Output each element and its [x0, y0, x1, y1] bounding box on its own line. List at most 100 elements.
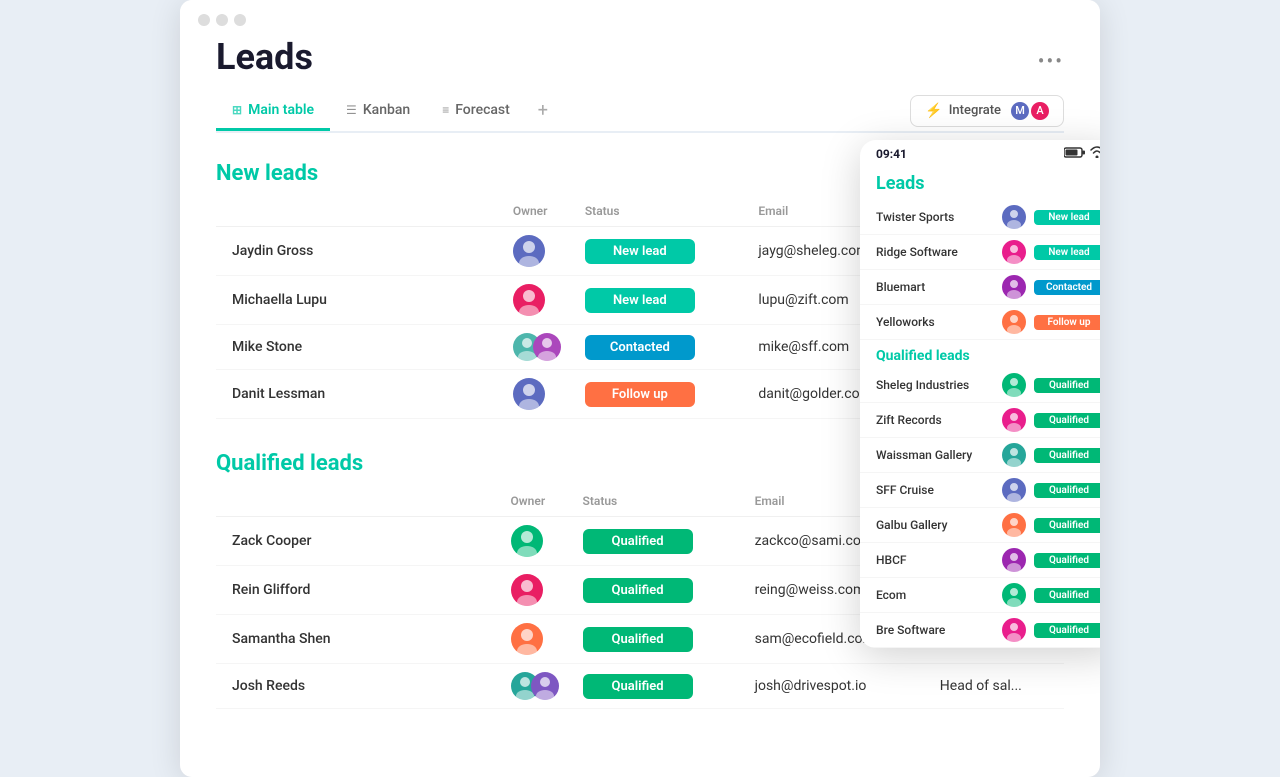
- lead-status[interactable]: New lead: [573, 227, 746, 276]
- tab-forecast-label: Forecast: [455, 102, 510, 118]
- page-title: Leads: [216, 36, 313, 78]
- integrate-icon: ⚡: [925, 103, 942, 119]
- col-name: [216, 198, 501, 227]
- tab-main-table[interactable]: ⊞ Main table: [216, 92, 330, 131]
- tab-kanban-label: Kanban: [363, 102, 410, 118]
- mobile-new-leads: Twister Sports New lead Ridge Software N…: [860, 200, 1100, 340]
- mobile-status-badge: Qualified: [1034, 413, 1100, 428]
- lead-status[interactable]: Qualified: [571, 566, 743, 615]
- mobile-status-badge: Follow up: [1034, 315, 1100, 330]
- integrate-label: Integrate: [949, 103, 1001, 118]
- mobile-new-lead-row[interactable]: Ridge Software New lead: [860, 235, 1100, 270]
- mobile-qualified-row[interactable]: Ecom Qualified: [860, 578, 1100, 613]
- lead-owner: [501, 276, 573, 325]
- mobile-company-name: SFF Cruise: [876, 483, 994, 497]
- lead-owner: [499, 615, 571, 664]
- mobile-leads-title: Leads: [860, 165, 1100, 200]
- mobile-status-badge: Qualified: [1034, 483, 1100, 498]
- mobile-time: 09:41: [876, 147, 907, 161]
- mobile-qualified-row[interactable]: Galbu Gallery Qualified: [860, 508, 1100, 543]
- integrate-button[interactable]: ⚡ Integrate M A: [910, 95, 1064, 127]
- more-options-button[interactable]: •••: [1038, 49, 1064, 73]
- integrate-avatar1: M: [1011, 102, 1029, 120]
- lead-name: Josh Reeds: [216, 664, 499, 709]
- mobile-qualified-row[interactable]: Waissman Gallery Qualified: [860, 438, 1100, 473]
- tab-right-actions: ⚡ Integrate M A: [910, 95, 1064, 127]
- mobile-avatar: [1002, 548, 1026, 572]
- mobile-icons: [1064, 146, 1100, 161]
- lead-owner: [501, 325, 573, 370]
- mobile-company-name: Bluemart: [876, 280, 994, 294]
- lead-name: Samantha Shen: [216, 615, 499, 664]
- lead-name: Zack Cooper: [216, 517, 499, 566]
- mobile-company-name: Ridge Software: [876, 245, 994, 259]
- browser-chrome: [180, 0, 1100, 36]
- lead-status[interactable]: Follow up: [573, 370, 746, 419]
- battery-icon: [1064, 147, 1086, 161]
- kanban-icon: ☰: [346, 103, 357, 117]
- lead-status[interactable]: Contacted: [573, 325, 746, 370]
- mobile-company-name: Bre Software: [876, 623, 994, 637]
- lead-name: Rein Glifford: [216, 566, 499, 615]
- lead-name: Michaella Lupu: [216, 276, 501, 325]
- mobile-status-badge: Qualified: [1034, 588, 1100, 603]
- lead-name: Mike Stone: [216, 325, 501, 370]
- mobile-new-lead-row[interactable]: Twister Sports New lead: [860, 200, 1100, 235]
- browser-dot-green: [234, 14, 246, 26]
- mobile-qualified-row[interactable]: Sheleg Industries Qualified: [860, 368, 1100, 403]
- lead-name: Danit Lessman: [216, 370, 501, 419]
- mobile-qualified-leads: Sheleg Industries Qualified Zift Records…: [860, 368, 1100, 648]
- lead-status[interactable]: Qualified: [571, 517, 743, 566]
- tab-kanban[interactable]: ☰ Kanban: [330, 92, 426, 131]
- lead-owner: [499, 566, 571, 615]
- lead-title: Head of sal...: [928, 664, 1064, 709]
- col-status-q: Status: [571, 488, 743, 517]
- add-tab-button[interactable]: +: [526, 90, 560, 131]
- browser-window: Leads ••• ⊞ Main table ☰ Kanban ≡ Foreca…: [180, 0, 1100, 777]
- mobile-status-badge: Qualified: [1034, 448, 1100, 463]
- col-owner-q: Owner: [499, 488, 571, 517]
- mobile-company-name: Sheleg Industries: [876, 378, 994, 392]
- integrate-avatar2: A: [1031, 102, 1049, 120]
- col-status: Status: [573, 198, 746, 227]
- mobile-qualified-row[interactable]: HBCF Qualified: [860, 543, 1100, 578]
- mobile-qualified-row[interactable]: SFF Cruise Qualified: [860, 473, 1100, 508]
- mobile-overlay: 09:41 Leads Twister Sports New lead Ridg…: [860, 140, 1100, 648]
- lead-status[interactable]: Qualified: [571, 615, 743, 664]
- table-icon: ⊞: [232, 103, 242, 117]
- tab-main-table-label: Main table: [248, 102, 314, 118]
- lead-email: josh@drivespot.io: [743, 664, 928, 709]
- mobile-new-lead-row[interactable]: Yelloworks Follow up: [860, 305, 1100, 340]
- mobile-status-badge: Qualified: [1034, 623, 1100, 638]
- mobile-avatar: [1002, 443, 1026, 467]
- tabs-bar: ⊞ Main table ☰ Kanban ≡ Forecast + ⚡ Int…: [216, 90, 1064, 133]
- lead-status[interactable]: New lead: [573, 276, 746, 325]
- mobile-new-lead-row[interactable]: Bluemart Contacted: [860, 270, 1100, 305]
- mobile-avatar: [1002, 310, 1026, 334]
- mobile-avatar: [1002, 618, 1026, 642]
- table-row[interactable]: Josh Reeds Qualifiedjosh@drivespot.ioHead…: [216, 664, 1064, 709]
- browser-dot-red: [198, 14, 210, 26]
- mobile-qualified-row[interactable]: Zift Records Qualified: [860, 403, 1100, 438]
- lead-status[interactable]: Qualified: [571, 664, 743, 709]
- mobile-qualified-title: Qualified leads: [860, 340, 1100, 368]
- mobile-avatar: [1002, 373, 1026, 397]
- mobile-status-badge: Qualified: [1034, 553, 1100, 568]
- mobile-qualified-row[interactable]: Bre Software Qualified: [860, 613, 1100, 648]
- mobile-status-badge: Qualified: [1034, 378, 1100, 393]
- lead-owner: [501, 370, 573, 419]
- mobile-avatar: [1002, 275, 1026, 299]
- mobile-status-badge: Qualified: [1034, 518, 1100, 533]
- mobile-company-name: Yelloworks: [876, 315, 994, 329]
- mobile-company-name: HBCF: [876, 553, 994, 567]
- mobile-company-name: Ecom: [876, 588, 994, 602]
- tab-forecast[interactable]: ≡ Forecast: [426, 92, 526, 131]
- forecast-icon: ≡: [442, 103, 449, 117]
- mobile-company-name: Twister Sports: [876, 210, 994, 224]
- mobile-avatar: [1002, 205, 1026, 229]
- col-owner: Owner: [501, 198, 573, 227]
- lead-owner: [499, 517, 571, 566]
- mobile-avatar: [1002, 408, 1026, 432]
- lead-owner: [499, 664, 571, 709]
- mobile-avatar: [1002, 240, 1026, 264]
